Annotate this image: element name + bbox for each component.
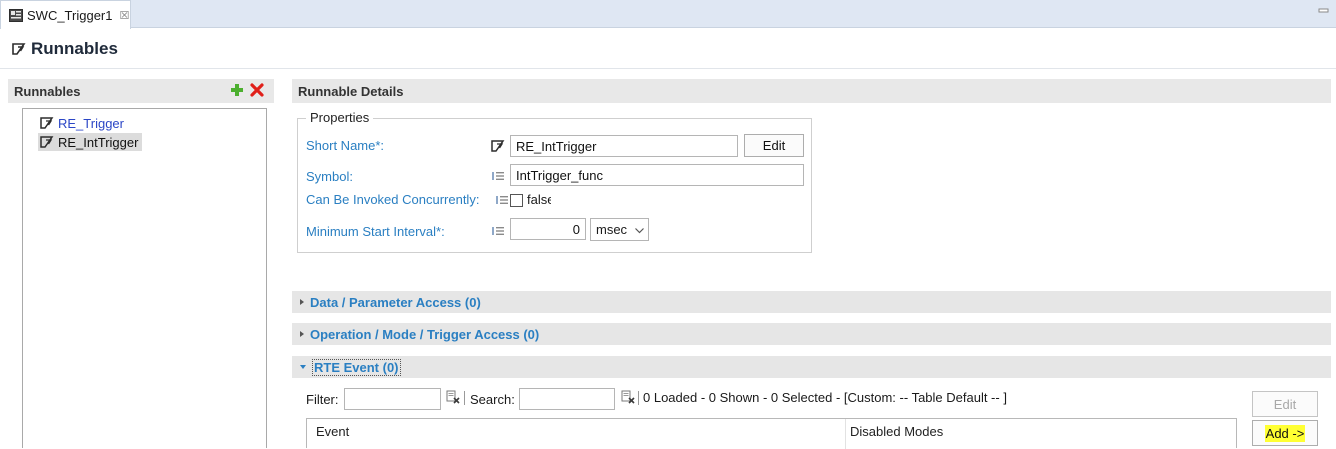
add-event-button-label: Add -> (1264, 424, 1306, 442)
expand-arrow-icon (300, 331, 304, 337)
search-label: Search: (470, 392, 515, 407)
tree-item-re-inttrigger[interactable]: RE_IntTrigger (38, 133, 143, 151)
tree-item-label: RE_Trigger (58, 115, 124, 131)
delete-runnable-icon[interactable] (250, 83, 264, 97)
runnable-icon (12, 43, 26, 55)
runnables-panel-title: Runnables (14, 83, 81, 99)
list-marker-icon (492, 171, 504, 181)
section-title: Data / Parameter Access (0) (310, 294, 481, 310)
tree-item-re-trigger[interactable]: RE_Trigger (38, 114, 128, 132)
symbol-input[interactable] (510, 164, 804, 186)
short-name-label: Short Name*: (306, 138, 385, 153)
short-name-input[interactable] (510, 135, 738, 157)
toolbar-divider (464, 391, 465, 405)
runnable-details-title: Runnable Details (298, 83, 404, 99)
page-title-text: Runnables (31, 39, 118, 58)
page-title: Runnables (12, 38, 118, 60)
rte-event-section[interactable]: RTE Event (0) (292, 356, 1331, 378)
list-marker-icon (496, 195, 508, 205)
rte-event-table[interactable]: Event Disabled Modes (306, 418, 1237, 449)
runnable-icon (491, 140, 505, 152)
table-status-text: 0 Loaded - 0 Shown - 0 Selected - [Custo… (643, 390, 1007, 405)
symbol-label: Symbol: (306, 169, 353, 184)
column-header-event[interactable]: Event (316, 424, 349, 439)
clear-search-icon[interactable] (621, 390, 635, 404)
expand-arrow-icon (300, 299, 304, 305)
editor-tab-strip: SWC_Trigger1 ☒ (0, 0, 1336, 29)
runnables-tree[interactable]: RE_Trigger RE_IntTrigger (22, 108, 267, 448)
section-title: RTE Event (0) (312, 358, 401, 376)
editor-tab[interactable]: SWC_Trigger1 ☒ (0, 0, 131, 29)
filter-label: Filter: (306, 392, 339, 407)
minimize-icon[interactable] (1318, 7, 1330, 15)
runnable-icon (40, 117, 54, 129)
edit-event-button[interactable]: Edit (1252, 391, 1318, 417)
add-runnable-icon[interactable] (230, 83, 244, 97)
column-header-disabled-modes[interactable]: Disabled Modes (850, 424, 943, 439)
list-marker-icon (492, 226, 504, 236)
runnable-icon (40, 136, 54, 148)
data-parameter-access-section[interactable]: Data / Parameter Access (0) (292, 291, 1331, 313)
clear-filter-icon[interactable] (446, 390, 460, 404)
concurrent-value: false (527, 192, 551, 207)
runnables-panel-header: Runnables (8, 79, 274, 103)
column-divider (845, 419, 846, 449)
section-title: Operation / Mode / Trigger Access (0) (310, 326, 540, 342)
min-start-interval-label: Minimum Start Interval*: (306, 224, 445, 239)
min-start-interval-input[interactable] (510, 218, 586, 240)
chevron-down-icon (635, 222, 644, 237)
runnable-details-header: Runnable Details (292, 79, 1331, 103)
add-event-button[interactable]: Add -> (1252, 420, 1318, 446)
title-divider (0, 68, 1336, 69)
toolbar-divider (638, 391, 639, 405)
collapse-arrow-icon (300, 365, 306, 369)
operation-mode-trigger-access-section[interactable]: Operation / Mode / Trigger Access (0) (292, 323, 1331, 345)
edit-short-name-button[interactable]: Edit (744, 134, 804, 157)
editor-tab-title: SWC_Trigger1 (27, 7, 113, 23)
editor-file-icon (9, 8, 23, 22)
close-tab-icon[interactable]: ☒ (119, 9, 129, 22)
interval-unit-select[interactable]: msec (590, 218, 649, 241)
concurrent-checkbox[interactable] (510, 194, 523, 207)
properties-group-title: Properties (306, 110, 374, 125)
filter-input[interactable] (344, 388, 441, 410)
concurrent-label: Can Be Invoked Concurrently: (306, 192, 480, 207)
search-input[interactable] (519, 388, 615, 410)
tree-item-label: RE_IntTrigger (58, 134, 139, 150)
interval-unit-value: msec (596, 222, 628, 237)
